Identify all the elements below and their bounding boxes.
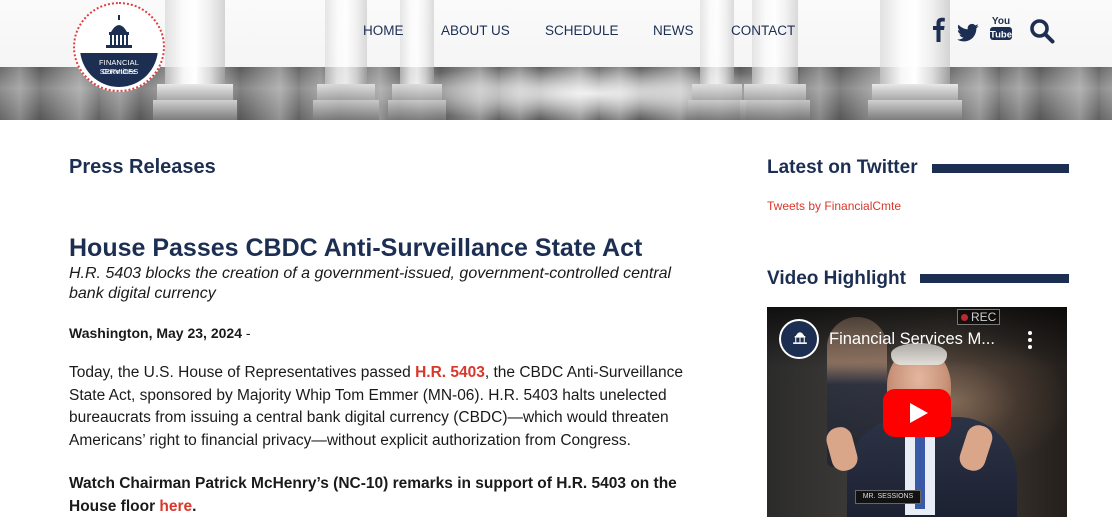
tweets-by-link[interactable]: Tweets by FinancialCmte [767,199,901,213]
more-options-icon[interactable] [1025,329,1035,351]
paragraph-1-text-before: Today, the U.S. House of Representatives… [69,364,416,381]
youtube-glyph-icon: You Tube [990,16,1012,41]
youtube-icon[interactable]: You Tube [990,14,1012,44]
site-header: FINANCIAL SERVICES Committee HOME ABOUT … [0,0,1112,120]
rec-dot-icon [961,314,968,321]
video-rec-indicator: REC [957,309,1001,325]
channel-avatar[interactable] [779,319,819,359]
section-title-press-releases: Press Releases [69,156,216,178]
article-dateline: Washington, May 23, 2024 - [69,325,251,341]
logo-seal: FINANCIAL SERVICES Committee [80,9,158,87]
paragraph-2-text-after: . [192,498,197,515]
sidebar-title-rule [920,274,1069,283]
dateline-place-date: Washington, May 23, 2024 [69,325,242,341]
video-title[interactable]: Financial Services M... [829,330,995,349]
nav-news[interactable]: NEWS [653,23,694,38]
rec-label: REC [971,310,997,324]
video-nameplate: MR. SESSIONS [855,490,921,504]
nav-contact[interactable]: CONTACT [731,23,795,38]
watch-remarks-link[interactable]: here [159,498,192,515]
committee-logo[interactable]: FINANCIAL SERVICES Committee [73,2,165,92]
sidebar-title-twitter: Latest on Twitter [767,157,918,178]
video-player[interactable]: MR. SESSIONS REC Financial Services M... [767,307,1067,517]
nav-about-us[interactable]: ABOUT US [441,23,510,38]
article-subhead: H.R. 5403 blocks the creation of a gover… [69,265,672,302]
facebook-icon[interactable] [930,14,946,44]
capitol-dome-icon [106,15,132,48]
sidebar-title-video: Video Highlight [767,268,906,289]
logo-text-line2: Committee [102,69,136,76]
hr5403-link[interactable]: H.R. 5403 [415,364,485,381]
capitol-dome-icon [793,332,807,344]
play-button-icon[interactable] [883,389,951,437]
nav-schedule[interactable]: SCHEDULE [545,23,619,38]
twitter-icon[interactable] [957,18,979,48]
dateline-separator: - [241,325,251,341]
sidebar-title-rule [932,164,1069,173]
article-paragraph-2: Watch Chairman Patrick McHenry’s (NC-10)… [69,472,719,518]
nav-home[interactable]: HOME [363,23,404,38]
svg-text:Tube: Tube [990,30,1012,41]
article-headline: House Passes CBDC Anti-Surveillance Stat… [69,234,643,262]
search-icon[interactable] [1029,16,1055,46]
svg-text:You: You [992,16,1010,27]
article-paragraph-1: Today, the U.S. House of Representatives… [69,362,719,452]
